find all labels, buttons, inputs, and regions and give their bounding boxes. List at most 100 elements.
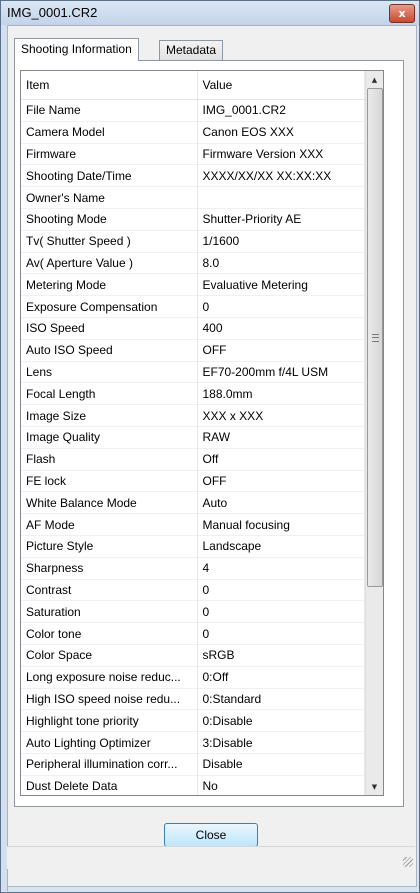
row-item-cell: White Balance Mode	[21, 491, 198, 514]
table-row[interactable]: Contrast 0	[21, 579, 365, 601]
title-bar[interactable]: IMG_0001.CR2 x	[1, 1, 419, 25]
table-row[interactable]: Av( Aperture Value ) 8.0	[21, 252, 365, 274]
table-row[interactable]: Flash Off	[21, 448, 365, 471]
table-row[interactable]: Color Space sRGB	[21, 644, 365, 667]
scrollbar-thumb[interactable]	[367, 88, 383, 587]
tab-metadata[interactable]: Metadata	[159, 40, 224, 60]
row-item-cell: Exposure Compensation	[21, 295, 198, 318]
row-item-cell: Firmware	[21, 143, 198, 165]
row-value-cell: 8.0	[197, 252, 365, 274]
table-row[interactable]: Peripheral illumination corr... Disable	[21, 753, 365, 776]
row-item-cell: Saturation	[21, 600, 198, 623]
row-item-cell: Flash	[21, 448, 198, 471]
scroll-down-arrow-icon[interactable]: ▼	[366, 778, 383, 795]
shooting-info-list[interactable]: Item Value File Name IMG_0001.CR2 Camera M…	[20, 70, 384, 796]
row-value-cell: 4	[197, 557, 365, 580]
row-value-cell	[197, 186, 365, 209]
list-viewport: Item Value File Name IMG_0001.CR2 Camera M…	[21, 71, 365, 795]
row-value-cell: Disable	[197, 753, 365, 776]
row-item-cell: Shooting Date/Time	[21, 164, 198, 187]
row-value-cell: OFF	[197, 470, 365, 492]
row-value-cell: XXX x XXX	[197, 404, 365, 427]
table-row[interactable]: FE lock OFF	[21, 470, 365, 492]
thumb-grip-icon	[371, 333, 379, 342]
table-row[interactable]: Exposure Compensation 0	[21, 295, 365, 318]
close-glyph: x	[398, 7, 406, 20]
row-item-cell: Owner's Name	[21, 186, 198, 209]
table-row[interactable]: Saturation 0	[21, 600, 365, 623]
row-value-cell: Landscape	[197, 535, 365, 558]
row-item-cell: File Name	[21, 99, 198, 122]
row-item-cell: ISO Speed	[21, 317, 198, 340]
row-item-cell: Focal Length	[21, 382, 198, 405]
row-item-cell: Picture Style	[21, 535, 198, 558]
table-header-row: Item Value	[21, 71, 365, 100]
row-value-cell: OFF	[197, 339, 365, 362]
row-value-cell: Auto	[197, 491, 365, 514]
table-row[interactable]: Owner's Name	[21, 186, 365, 209]
row-item-cell: Color Space	[21, 644, 198, 667]
status-bar	[7, 846, 415, 869]
column-header-item[interactable]: Item	[21, 71, 198, 100]
row-value-cell: IMG_0001.CR2	[197, 99, 365, 122]
row-item-cell: Tv( Shutter Speed )	[21, 230, 198, 253]
row-item-cell: Metering Mode	[21, 273, 198, 296]
row-value-cell: sRGB	[197, 644, 365, 667]
resize-grip-icon[interactable]	[403, 857, 413, 867]
row-value-cell: 0:Off	[197, 666, 365, 689]
table-row[interactable]: File Name IMG_0001.CR2	[21, 99, 365, 122]
row-item-cell: Image Quality	[21, 426, 198, 449]
row-value-cell: 0	[197, 622, 365, 645]
row-value-cell: XXXX/XX/XX XX:XX:XX	[197, 164, 365, 187]
table-row[interactable]: Camera Model Canon EOS XXX	[21, 121, 365, 144]
table-row[interactable]: Metering Mode Evaluative Metering	[21, 273, 365, 296]
row-item-cell: Lens	[21, 361, 198, 383]
table-row[interactable]: Image Size XXX x XXX	[21, 404, 365, 427]
row-value-cell: 0	[197, 579, 365, 601]
table-row[interactable]: Auto ISO Speed OFF	[21, 339, 365, 362]
row-value-cell: Firmware Version XXX	[197, 143, 365, 165]
dialog-client-area: Shooting Information Metadata Item Value…	[7, 25, 417, 887]
row-value-cell: RAW	[197, 426, 365, 449]
row-value-cell: 188.0mm	[197, 382, 365, 405]
tab-shooting-information[interactable]: Shooting Information	[14, 38, 139, 61]
row-item-cell: Dust Delete Data	[21, 775, 198, 795]
table-row[interactable]: Lens EF70-200mm f/4L USM	[21, 361, 365, 383]
row-value-cell: 0:Disable	[197, 709, 365, 732]
row-item-cell: Shooting Mode	[21, 208, 198, 231]
row-item-cell: Long exposure noise reduc...	[21, 666, 198, 689]
row-value-cell: Evaluative Metering	[197, 273, 365, 296]
table-row[interactable]: Color tone 0	[21, 622, 365, 645]
row-item-cell: Highlight tone priority	[21, 709, 198, 732]
vertical-scrollbar[interactable]: ▲ ▼	[365, 71, 383, 795]
table-row[interactable]: High ISO speed noise redu... 0:Standard	[21, 688, 365, 710]
table-row[interactable]: Auto Lighting Optimizer 3:Disable	[21, 731, 365, 754]
column-header-value[interactable]: Value	[197, 71, 365, 100]
row-item-cell: Camera Model	[21, 121, 198, 144]
table-row[interactable]: Picture Style Landscape	[21, 535, 365, 558]
scroll-up-arrow-icon[interactable]: ▲	[366, 71, 383, 88]
row-value-cell: Canon EOS XXX	[197, 121, 365, 144]
table-row[interactable]: White Balance Mode Auto	[21, 491, 365, 514]
close-icon[interactable]: x	[389, 4, 415, 23]
table-row[interactable]: Sharpness 4	[21, 557, 365, 580]
table-row[interactable]: Highlight tone priority 0:Disable	[21, 709, 365, 732]
table-row[interactable]: Image Quality RAW	[21, 426, 365, 449]
table-row[interactable]: AF Mode Manual focusing	[21, 513, 365, 536]
close-button[interactable]: Close	[164, 823, 258, 847]
row-item-cell: AF Mode	[21, 513, 198, 536]
row-value-cell: Manual focusing	[197, 513, 365, 536]
table-row[interactable]: Long exposure noise reduc... 0:Off	[21, 666, 365, 689]
table-row[interactable]: Dust Delete Data No	[21, 775, 365, 795]
row-item-cell: Auto Lighting Optimizer	[21, 731, 198, 754]
table-row[interactable]: Shooting Date/Time XXXX/XX/XX XX:XX:XX	[21, 164, 365, 187]
table-row[interactable]: Tv( Shutter Speed ) 1/1600	[21, 230, 365, 253]
table-row[interactable]: ISO Speed 400	[21, 317, 365, 340]
row-item-cell: Av( Aperture Value )	[21, 252, 198, 274]
row-item-cell: Color tone	[21, 622, 198, 645]
table-row[interactable]: Focal Length 188.0mm	[21, 382, 365, 405]
row-value-cell: Off	[197, 448, 365, 471]
table-row[interactable]: Shooting Mode Shutter-Priority AE	[21, 208, 365, 231]
table-row[interactable]: Firmware Firmware Version XXX	[21, 143, 365, 165]
row-item-cell: Contrast	[21, 579, 198, 601]
